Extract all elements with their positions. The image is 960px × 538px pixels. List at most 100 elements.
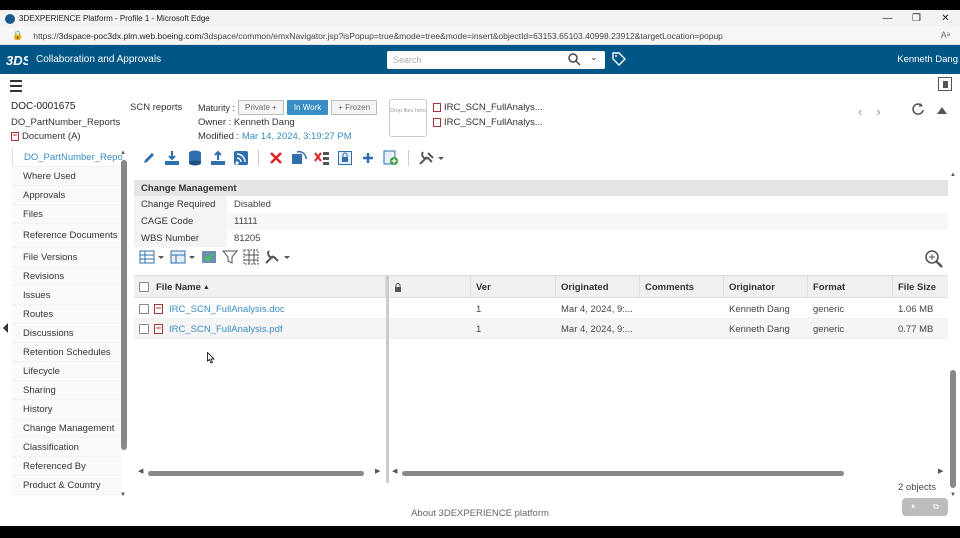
zoom-search-icon[interactable] — [925, 250, 943, 271]
main-hscrollbar[interactable] — [402, 471, 844, 476]
remove-files-icon[interactable] — [313, 149, 331, 167]
chevron-down-icon[interactable]: ⌄ — [590, 52, 598, 63]
sidebar-item-retention-schedules[interactable]: Retention Schedules — [12, 343, 122, 362]
search-box[interactable]: ⌄ — [387, 51, 605, 69]
minimize-button[interactable]: — — [873, 10, 902, 27]
doc-id: DOC-0001675 — [11, 101, 76, 112]
file-name-link[interactable]: IRC_SCN_FullAnalysis.pdf — [169, 324, 283, 335]
maturity-frozen-button[interactable]: + Frozen — [331, 100, 378, 115]
scn-reports-link[interactable]: SCN reports — [130, 102, 182, 113]
export-check-icon[interactable] — [201, 249, 217, 268]
sidebar-item-referenced-by[interactable]: Referenced By — [12, 457, 122, 476]
about-link[interactable]: About 3DEXPERIENCE platform — [411, 508, 549, 519]
maturity-inwork-button[interactable]: In Work — [286, 100, 329, 115]
change-management-header[interactable]: Change Management — [134, 180, 948, 196]
drop-files-zone[interactable]: Drop files here — [389, 99, 427, 137]
col-originator[interactable]: Originator — [724, 276, 808, 298]
grid-tools-icon[interactable] — [264, 249, 290, 268]
upload-icon[interactable] — [209, 149, 227, 167]
refresh-icon[interactable] — [911, 102, 925, 119]
sidebar-item-where-used[interactable]: Where Used — [12, 167, 122, 186]
column-chooser-icon[interactable] — [170, 249, 196, 268]
col-file-name[interactable]: File Name ▲ — [134, 276, 386, 298]
sidebar-item-history[interactable]: History — [12, 400, 122, 419]
hamburger-menu-icon[interactable] — [10, 80, 22, 95]
url-text[interactable]: https://3dspace-poc3dx.plm.web.boeing.co… — [33, 31, 723, 41]
scroll-right-icon[interactable]: ▶ — [375, 467, 380, 475]
sidebar-item-discussions[interactable]: Discussions — [12, 324, 122, 343]
delete-icon[interactable] — [267, 149, 285, 167]
sidebar-item-object[interactable]: DO_PartNumber_Repo — [12, 148, 123, 167]
lock-file-icon[interactable] — [336, 149, 354, 167]
user-name[interactable]: Kenneth Dang — [897, 54, 958, 65]
col-format[interactable]: Format — [808, 276, 893, 298]
frozen-hscrollbar[interactable] — [148, 471, 364, 476]
col-ver[interactable]: Ver — [471, 276, 556, 298]
search-icon[interactable] — [568, 53, 581, 69]
col-originated[interactable]: Originated — [556, 276, 640, 298]
sidebar-scrollbar[interactable] — [121, 160, 127, 450]
sidebar-item-files[interactable]: Files — [12, 205, 122, 224]
sidebar-item-issues[interactable]: Issues — [12, 286, 122, 305]
edit-icon[interactable] — [140, 149, 158, 167]
scroll-left-icon[interactable]: ◀ — [138, 467, 143, 475]
3ds-logo[interactable]: 3DS — [6, 50, 32, 70]
table-row[interactable]: IRC_SCN_FullAnalysis.doc 1 Mar 4, 2024, … — [134, 299, 948, 319]
next-arrow-icon[interactable]: › — [876, 104, 880, 119]
sidebar-scroll-up-icon[interactable]: ▲ — [120, 150, 126, 156]
scroll-left-icon[interactable]: ◀ — [392, 467, 397, 475]
grid-select-icon[interactable] — [243, 249, 259, 268]
main-toolbar — [140, 148, 445, 168]
col-lock[interactable] — [389, 276, 471, 298]
tools-menu-icon[interactable] — [417, 149, 445, 167]
file-name-link[interactable]: IRC_SCN_FullAnalysis.doc — [169, 304, 285, 315]
read-aloud-icon[interactable]: Aᵃ — [941, 30, 950, 40]
collapse-header-icon[interactable] — [937, 107, 947, 114]
filter-icon[interactable] — [221, 249, 239, 268]
row-checkbox[interactable] — [139, 324, 149, 334]
select-all-checkbox[interactable] — [139, 282, 149, 292]
table-row[interactable]: IRC_SCN_FullAnalysis.pdf 1 Mar 4, 2024, … — [134, 319, 948, 339]
sidebar-item-file-versions[interactable]: File Versions — [12, 248, 122, 267]
sidebar-item-change-management[interactable]: Change Management — [12, 419, 122, 438]
search-input[interactable] — [387, 55, 562, 65]
address-bar[interactable]: 🔒 https://3dspace-poc3dx.plm.web.boeing.… — [0, 27, 960, 45]
subscribe-icon[interactable] — [232, 149, 250, 167]
scroll-right-icon[interactable]: ▶ — [938, 467, 943, 475]
row-checkbox[interactable] — [139, 304, 149, 314]
add-icon[interactable] — [359, 149, 377, 167]
sidebar-item-routes[interactable]: Routes — [12, 305, 122, 324]
close-window-button[interactable]: ✕ — [931, 10, 960, 27]
pause-icon[interactable]: ⏸ — [911, 502, 915, 512]
previous-arrow-icon[interactable]: ‹ — [858, 104, 862, 119]
sidebar-item-classification[interactable]: Classification — [12, 438, 122, 457]
checkout-icon[interactable] — [290, 149, 308, 167]
page-scroll-up-icon[interactable]: ▲ — [950, 172, 956, 178]
attached-file-item[interactable]: IRC_SCN_FullAnalys... — [433, 115, 543, 130]
collapse-sidebar-icon[interactable] — [3, 323, 8, 333]
download-icon[interactable] — [163, 149, 181, 167]
col-comments[interactable]: Comments — [640, 276, 724, 298]
table-view-icon[interactable] — [139, 249, 165, 268]
floating-media-controls[interactable]: ⏸ ⧉ — [902, 498, 948, 516]
sidebar-item-revisions[interactable]: Revisions — [12, 267, 122, 286]
sidebar-item-reference-documents[interactable]: Reference Documents — [12, 224, 122, 248]
lock-icon[interactable]: 🔒 — [12, 30, 23, 41]
sort-asc-icon[interactable]: ▲ — [203, 284, 210, 291]
add-file-icon[interactable] — [382, 149, 400, 167]
page-vscrollbar[interactable] — [950, 370, 956, 488]
pin-icon[interactable] — [938, 77, 952, 91]
database-icon[interactable] — [186, 149, 204, 167]
sidebar-item-sharing[interactable]: Sharing — [12, 381, 122, 400]
sidebar-item-lifecycle[interactable]: Lifecycle — [12, 362, 122, 381]
sidebar-item-approvals[interactable]: Approvals — [12, 186, 122, 205]
popout-icon[interactable]: ⧉ — [933, 502, 939, 512]
restore-button[interactable]: ❐ — [902, 10, 931, 27]
frozen-column-divider[interactable] — [386, 276, 389, 483]
tag-icon[interactable] — [612, 52, 626, 69]
col-file-size[interactable]: File Size — [893, 276, 948, 298]
object-navigation: ‹ › — [858, 104, 881, 119]
attached-file-item[interactable]: IRC_SCN_FullAnalys... — [433, 100, 543, 115]
app-title[interactable]: Collaboration and Approvals — [36, 54, 161, 65]
maturity-private-button[interactable]: Private + — [238, 100, 284, 115]
